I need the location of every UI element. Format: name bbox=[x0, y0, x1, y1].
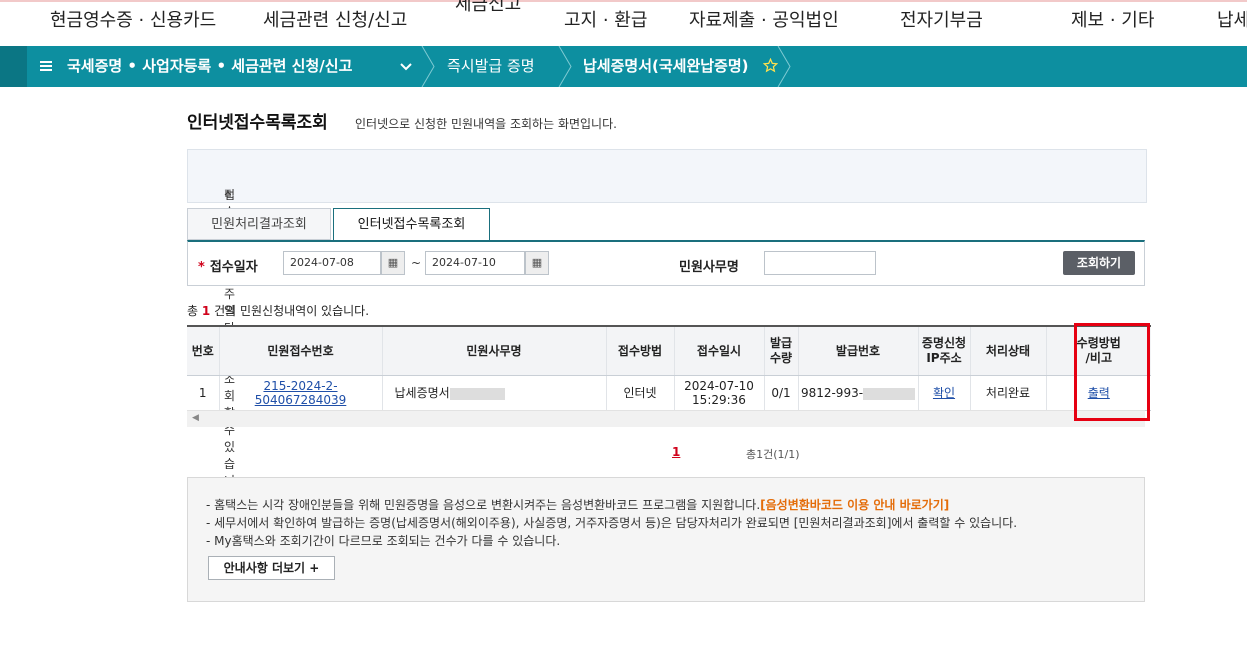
pagination-total: 총1건(1/1) bbox=[746, 448, 800, 461]
voice-barcode-link[interactable]: [음성변환바코드 이용 안내 바로가기] bbox=[760, 498, 949, 512]
cell-status: 처리완료 bbox=[969, 375, 1046, 411]
tab-internet-receipt-list[interactable]: 인터넷접수목록조회 bbox=[333, 208, 490, 241]
cell-method: 인터넷 bbox=[605, 375, 674, 411]
date-separator: ~ bbox=[411, 256, 422, 270]
menu-item-notice-refund[interactable]: 고지 · 환급 bbox=[564, 6, 647, 32]
results-table: 번호 민원접수번호 민원사무명 접수방법 접수일시 발급 수량 발급번호 증명신… bbox=[187, 325, 1151, 411]
menu-item-report-etc[interactable]: 제보 · 기타 bbox=[1071, 6, 1154, 32]
hamburger-icon[interactable] bbox=[40, 46, 52, 87]
info-line-2: - 세무서에서 확인하여 발급하는 증명(납세증명서(해외이주용), 사실증명,… bbox=[206, 516, 1018, 530]
col-header-receipt-no: 민원접수번호 bbox=[218, 325, 382, 376]
star-icon[interactable] bbox=[762, 46, 779, 87]
breadcrumb-separator bbox=[421, 46, 435, 87]
ip-confirm-link[interactable]: 확인 bbox=[933, 386, 955, 400]
page-number-current[interactable]: 1 bbox=[672, 445, 680, 459]
start-date-input[interactable]: 2024-07-08 bbox=[283, 251, 381, 275]
affair-input[interactable] bbox=[764, 251, 876, 275]
calendar-icon[interactable]: ▦ bbox=[525, 251, 549, 275]
redacted-block bbox=[863, 387, 916, 400]
menu-item-e-donation[interactable]: 전자기부금 bbox=[900, 6, 983, 32]
cell-time: 15:29:36 bbox=[692, 393, 746, 407]
horizontal-scrollbar[interactable]: ◀ bbox=[187, 410, 1145, 427]
col-header-date: 접수일시 bbox=[673, 325, 764, 376]
menu-item-cash-receipt[interactable]: 현금영수증 · 신용카드 bbox=[50, 6, 216, 32]
table-header-row: 번호 민원접수번호 민원사무명 접수방법 접수일시 발급 수량 발급번호 증명신… bbox=[187, 325, 1151, 376]
calendar-icon[interactable]: ▦ bbox=[381, 251, 405, 275]
date-label: * 접수일자 bbox=[198, 260, 258, 275]
breadcrumb-separator bbox=[558, 46, 572, 87]
col-header-affair: 민원사무명 bbox=[381, 325, 606, 376]
breadcrumb-bar: 국세증명 • 사업자등록 • 세금관련 신청/신고 즉시발급 증명 납세증명서(… bbox=[0, 46, 1247, 87]
info-line-3: - My홈택스와 조회기간이 다르므로 조회되는 건수가 다를 수 있습니다. bbox=[206, 534, 561, 548]
info-box: - 홈택스는 시각 장애인분들을 위해 민원증명을 음성으로 변환시켜주는 음성… bbox=[187, 477, 1145, 602]
scroll-left-icon[interactable]: ◀ bbox=[192, 413, 199, 423]
col-header-no: 번호 bbox=[187, 325, 219, 376]
search-button[interactable]: 조회하기 bbox=[1063, 251, 1135, 275]
cell-qty: 0/1 bbox=[763, 375, 798, 411]
receipt-number-link[interactable]: 215-2024-2-504067284039 bbox=[255, 379, 347, 407]
breadcrumb-level3: 납세증명서(국세완납증명) bbox=[583, 57, 749, 75]
more-info-button[interactable]: 안내사항 더보기 + bbox=[208, 556, 335, 580]
breadcrumb-level1[interactable]: 국세증명 • 사업자등록 • 세금관련 신청/신고 bbox=[67, 46, 352, 87]
table-row: 1 215-2024-2-504067284039 납세증명서 인터넷 2024… bbox=[187, 375, 1151, 411]
col-header-ip: 증명신청 IP주소 bbox=[917, 325, 970, 376]
cell-no: 1 bbox=[187, 375, 219, 411]
breadcrumb-separator bbox=[777, 46, 791, 87]
tab-result-inquiry[interactable]: 민원처리결과조회 bbox=[187, 208, 331, 240]
menu-item-taxpayer[interactable]: 납세 bbox=[1217, 6, 1247, 32]
result-count: 총 1 건의 민원신청내역이 있습니다. bbox=[187, 304, 370, 318]
breadcrumb-level2[interactable]: 즉시발급 증명 bbox=[447, 46, 535, 87]
end-date-input[interactable]: 2024-07-10 bbox=[425, 251, 525, 275]
col-header-issue-no: 발급번호 bbox=[797, 325, 918, 376]
cell-issue-no: 9812-993- bbox=[800, 386, 864, 400]
menu-item-tax-application[interactable]: 세금관련 신청/신고 bbox=[263, 6, 407, 32]
highlight-box bbox=[1074, 323, 1150, 421]
menu-item-data-submit[interactable]: 자료제출 · 공익법인 bbox=[689, 6, 839, 32]
col-header-qty: 발급 수량 bbox=[763, 325, 798, 376]
affair-label: 민원사무명 bbox=[679, 260, 739, 275]
cell-affair: 납세증명서 bbox=[394, 386, 450, 400]
col-header-status: 처리상태 bbox=[969, 325, 1046, 376]
notice-box: ▪ 접수일자는 1주일 단위로 조회할 수 있습니다. bbox=[187, 149, 1147, 505]
chevron-down-icon[interactable] bbox=[400, 46, 412, 87]
info-line-1: - 홈택스는 시각 장애인분들을 위해 민원증명을 음성으로 변환시켜주는 음성… bbox=[206, 498, 761, 512]
redacted-block bbox=[449, 387, 505, 400]
page-description: 인터넷으로 신청한 민원내역을 조회하는 화면입니다. bbox=[355, 117, 617, 131]
menu-item-tax-report[interactable]: 세금신고 bbox=[455, 0, 521, 16]
page-title: 인터넷접수목록조회 bbox=[187, 113, 328, 133]
cell-date: 2024-07-10 bbox=[684, 379, 754, 393]
col-header-method: 접수방법 bbox=[605, 325, 674, 376]
top-menu: 현금영수증 · 신용카드 세금관련 신청/신고 세금신고 고지 · 환급 자료제… bbox=[0, 0, 1247, 48]
